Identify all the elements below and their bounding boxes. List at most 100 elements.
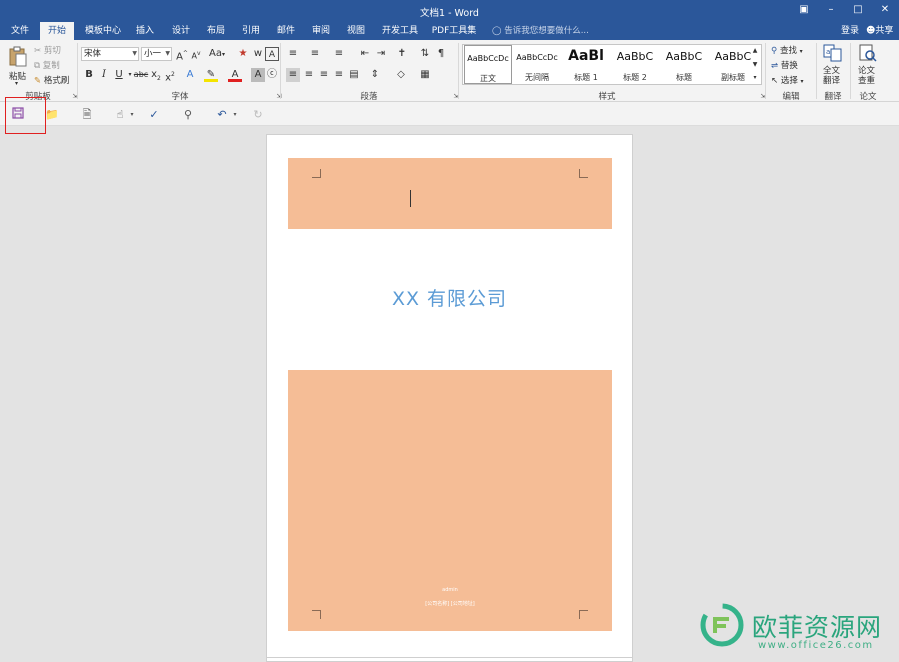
- strikethrough-icon[interactable]: abc: [133, 68, 149, 82]
- shrink-font-icon[interactable]: Av: [189, 47, 203, 61]
- subscript-icon[interactable]: x2: [149, 68, 163, 82]
- group-label-paper: 论文: [859, 92, 877, 102]
- new-document-icon[interactable]: 🗎: [79, 107, 95, 123]
- show-marks-icon[interactable]: ¶: [434, 47, 448, 61]
- style-sample: AaBl: [568, 48, 604, 64]
- tab-references[interactable]: 引用: [236, 22, 266, 40]
- enclose-character-icon[interactable]: ⓒ: [265, 68, 279, 82]
- styles-gallery: AaBbCcDc 正文 AaBbCcDc 无间隔 AaBl 标题 1 AaBbC…: [462, 44, 762, 85]
- borders-icon[interactable]: ▦: [418, 68, 432, 82]
- group-label-font: 字体: [171, 92, 189, 102]
- italic-icon[interactable]: I: [97, 68, 111, 82]
- more-styles-icon[interactable]: ▾: [749, 71, 761, 85]
- chevron-down-icon[interactable]: ▾: [124, 107, 140, 123]
- justify-icon[interactable]: ≡: [332, 68, 346, 82]
- font-color-icon[interactable]: A: [228, 68, 242, 82]
- header-band: [288, 158, 612, 229]
- tab-home[interactable]: 开始: [40, 22, 74, 40]
- redo-icon[interactable]: ↻: [250, 107, 266, 123]
- style-sample: AaBbC: [665, 50, 703, 63]
- increase-indent-icon[interactable]: ⇥: [374, 47, 388, 61]
- font-name-select[interactable]: 宋体 ▼: [81, 47, 139, 61]
- company-address-text[interactable]: [公司名称] [公司地址]: [288, 600, 612, 607]
- tell-me-box[interactable]: ◯ 告诉我您想要做什么...: [492, 22, 589, 40]
- company-name[interactable]: XX 有限公司: [266, 284, 633, 311]
- align-center-icon[interactable]: ≡: [302, 68, 316, 82]
- scroll-down-icon[interactable]: ▼: [749, 58, 761, 72]
- format-painter-button[interactable]: ✎ 格式刷: [34, 74, 69, 86]
- text-effects-icon[interactable]: A: [183, 68, 197, 82]
- share-button[interactable]: ☻共享: [866, 22, 893, 40]
- style-normal[interactable]: AaBbCcDc 正文: [464, 45, 512, 84]
- bold-icon[interactable]: B: [82, 68, 96, 82]
- scroll-up-icon[interactable]: ▲: [749, 44, 761, 58]
- tab-developer[interactable]: 开发工具: [378, 22, 422, 40]
- paste-button[interactable]: 粘贴 ▾: [6, 43, 30, 87]
- character-shading-icon[interactable]: A: [251, 68, 265, 82]
- print-preview-icon[interactable]: ⚲: [180, 107, 196, 123]
- format-painter-label: 格式刷: [43, 76, 70, 86]
- replace-button[interactable]: ⇌ 替换: [771, 59, 798, 71]
- sign-in-link[interactable]: 登录: [841, 22, 859, 40]
- align-right-icon[interactable]: ≡: [317, 68, 331, 82]
- tab-review[interactable]: 审阅: [306, 22, 336, 40]
- copy-button[interactable]: ⧉ 复制: [34, 59, 60, 71]
- grow-font-icon[interactable]: A^: [175, 47, 189, 62]
- shading-icon[interactable]: ◇: [394, 68, 408, 82]
- find-label: 查找: [779, 46, 797, 56]
- divider: [458, 43, 459, 99]
- chevron-down-icon[interactable]: ▾: [227, 107, 243, 123]
- author-text[interactable]: admin: [288, 587, 612, 593]
- superscript-icon[interactable]: x2: [163, 68, 177, 83]
- style-heading-1[interactable]: AaBl 标题 1: [562, 45, 610, 84]
- close-button[interactable]: ✕: [875, 2, 895, 18]
- chevron-down-icon: ▾: [800, 78, 804, 85]
- style-name: 无间隔: [525, 73, 549, 82]
- phonetic-guide-icon[interactable]: w: [251, 47, 265, 61]
- select-button[interactable]: ↖ 选择 ▾: [771, 74, 804, 86]
- full-translate-button[interactable]: a 全文 翻译: [820, 44, 846, 88]
- style-name: 正文: [480, 74, 496, 83]
- paper-check-button[interactable]: 论文 查重: [855, 44, 881, 88]
- decrease-indent-icon[interactable]: ⇤: [358, 47, 372, 61]
- tab-pdf-tools[interactable]: PDF工具集: [428, 22, 480, 40]
- style-no-spacing[interactable]: AaBbCcDc 无间隔: [513, 45, 561, 84]
- sort-icon[interactable]: ⇅: [418, 47, 432, 61]
- ribbon-display-icon[interactable]: ▣: [794, 2, 814, 18]
- tab-file[interactable]: 文件: [4, 22, 36, 40]
- open-folder-icon[interactable]: 📁: [44, 107, 60, 123]
- font-size-select[interactable]: 小一 ▼: [141, 47, 172, 61]
- maximize-button[interactable]: □: [848, 2, 868, 18]
- tab-layout[interactable]: 布局: [201, 22, 231, 40]
- multilevel-list-icon[interactable]: ≡: [332, 47, 346, 61]
- align-left-icon[interactable]: ≡: [286, 68, 300, 82]
- distributed-icon[interactable]: ▤: [347, 68, 361, 82]
- bullets-icon[interactable]: ≡: [286, 47, 300, 61]
- minimize-button[interactable]: –: [821, 2, 841, 18]
- style-sample: AaBbC: [616, 50, 654, 63]
- tab-template-center[interactable]: 模板中心: [80, 22, 126, 40]
- find-button[interactable]: ⚲ 查找 ▾: [771, 44, 803, 56]
- style-heading-2[interactable]: AaBbC 标题 2: [611, 45, 659, 84]
- tab-design[interactable]: 设计: [166, 22, 196, 40]
- tab-mailings[interactable]: 邮件: [271, 22, 301, 40]
- group-label-styles: 样式: [598, 92, 616, 102]
- tab-view[interactable]: 视图: [341, 22, 371, 40]
- group-label-translate: 翻译: [824, 92, 842, 102]
- person-icon: ☻: [866, 26, 876, 36]
- translate-label-bottom: 翻译: [823, 76, 841, 86]
- clear-format-icon[interactable]: ★: [236, 47, 250, 61]
- style-title[interactable]: AaBbC 标题: [660, 45, 708, 84]
- highlight-icon[interactable]: ✎: [204, 68, 218, 82]
- font-size-value: 小一: [144, 49, 162, 59]
- change-case-icon[interactable]: Aa▾: [207, 47, 227, 61]
- cursor-icon: ↖: [771, 76, 779, 86]
- numbering-icon[interactable]: ≡: [308, 47, 322, 61]
- character-border-icon[interactable]: A: [265, 47, 279, 61]
- line-spacing-icon[interactable]: ⇕: [368, 68, 382, 82]
- chinese-layout-icon[interactable]: ✝: [395, 47, 409, 61]
- cut-button[interactable]: ✂ 剪切: [34, 44, 61, 56]
- watermark-text: 欧菲资源网: [752, 613, 883, 642]
- spelling-check-icon[interactable]: ✓: [146, 107, 162, 123]
- tab-insert[interactable]: 插入: [130, 22, 160, 40]
